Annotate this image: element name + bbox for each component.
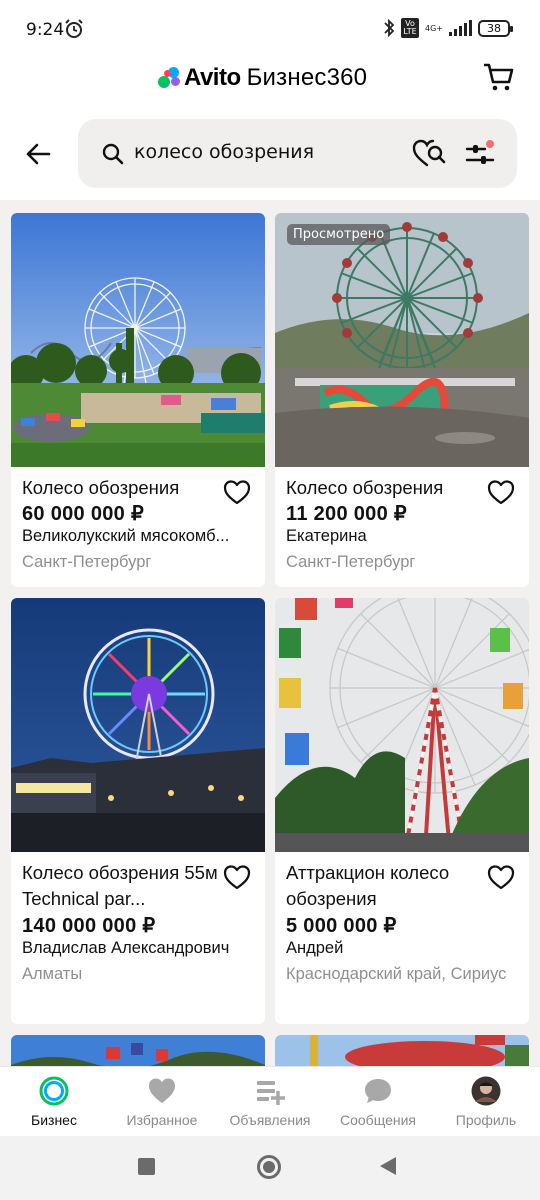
network-type: 4G+ — [425, 23, 443, 33]
recent-apps-button[interactable] — [138, 1158, 155, 1175]
bluetooth-icon — [384, 18, 395, 38]
cart-icon[interactable] — [482, 60, 516, 94]
system-navigation-bar — [0, 1136, 540, 1200]
battery-icon: 38 — [478, 19, 513, 37]
bottom-navigation: Бизнес Избранное Объявления Сообщения Пр… — [0, 1066, 540, 1136]
product-name: Бизнес360 — [246, 64, 368, 91]
business-ring-icon — [39, 1076, 69, 1106]
nav-profile[interactable]: Профиль — [432, 1067, 540, 1137]
nav-business[interactable]: Бизнес — [0, 1067, 108, 1137]
listing-title[interactable]: Аттракцион колесо обозрения — [286, 860, 486, 914]
nav-listings[interactable]: Объявления — [216, 1067, 324, 1137]
listing-seller: Великолукский мясокомб... — [22, 527, 230, 545]
listing-location: Краснодарский край, Сириус — [286, 965, 507, 983]
listing-price: 5 000 000 ₽ — [286, 915, 397, 937]
nav-messages[interactable]: Сообщения — [324, 1067, 432, 1137]
favorite-heart-icon[interactable] — [487, 479, 515, 505]
listing-price: 60 000 000 ₽ — [22, 503, 144, 525]
listing-photo[interactable] — [11, 213, 265, 467]
listing-card[interactable]: Колесо обозрения 55м Technical par... 14… — [11, 598, 265, 1024]
avito-logo: Avito Бизнес360 — [158, 62, 367, 94]
favorite-heart-icon[interactable] — [223, 864, 251, 890]
app-header: Avito Бизнес360 — [0, 60, 540, 112]
avito-logo-icon — [158, 67, 182, 89]
status-bar: 9:24 Vo LTE 4G+ 38 — [0, 0, 540, 60]
save-search-heart-icon[interactable] — [412, 139, 446, 169]
volte-icon: Vo LTE — [401, 18, 419, 38]
listings-add-icon — [257, 1081, 285, 1105]
listing-card[interactable]: Аттракцион колесо обозрения 5 000 000 ₽ … — [275, 598, 529, 1024]
listing-photo[interactable]: Просмотрено — [275, 213, 529, 467]
nav-label: Объявления — [229, 1112, 311, 1128]
listing-title[interactable]: Колесо обозрения — [22, 475, 222, 501]
nav-label: Сообщения — [340, 1112, 416, 1128]
listing-location: Алматы — [22, 965, 83, 983]
listing-card[interactable]: Колесо обозрения 60 000 000 ₽ Великолукс… — [11, 213, 265, 587]
listing-title[interactable]: Колесо обозрения 55м Technical par... — [22, 860, 222, 914]
nav-favorites[interactable]: Избранное — [108, 1067, 216, 1137]
listing-photo[interactable] — [11, 598, 265, 852]
nav-label: Профиль — [455, 1112, 517, 1128]
alarm-icon — [65, 19, 83, 38]
chat-bubble-icon — [365, 1079, 391, 1103]
search-bar-row: колесо обозрения — [0, 112, 540, 200]
listing-seller: Владислав Александрович — [22, 939, 230, 957]
listing-price: 140 000 000 ₽ — [22, 915, 156, 937]
back-arrow-icon[interactable] — [24, 140, 52, 168]
listing-title[interactable]: Колесо обозрения — [286, 475, 486, 501]
signal-icon — [449, 20, 472, 36]
brand-name: Avito — [184, 64, 241, 91]
heart-icon — [149, 1078, 175, 1103]
search-query[interactable]: колесо обозрения — [134, 141, 314, 163]
listing-location: Санкт-Петербург — [286, 553, 416, 571]
filters-icon[interactable] — [464, 139, 496, 169]
listing-seller: Андрей — [286, 939, 344, 957]
avatar — [471, 1076, 501, 1106]
system-back-button[interactable] — [380, 1157, 396, 1175]
listing-location: Санкт-Петербург — [22, 553, 152, 571]
viewed-badge: Просмотрено — [287, 224, 391, 245]
nav-label: Бизнес — [31, 1112, 77, 1128]
favorite-heart-icon[interactable] — [487, 864, 515, 890]
listing-card[interactable]: Просмотрено Колесо обозрения 11 200 000 … — [275, 213, 529, 587]
listing-photo[interactable] — [275, 598, 529, 852]
listing-price: 11 200 000 ₽ — [286, 503, 407, 525]
search-input[interactable]: колесо обозрения — [78, 119, 517, 188]
status-time: 9:24 — [26, 20, 65, 40]
nav-label: Избранное — [126, 1112, 198, 1128]
listing-seller: Екатерина — [286, 527, 367, 545]
favorite-heart-icon[interactable] — [223, 479, 251, 505]
search-icon — [102, 143, 124, 165]
home-button[interactable] — [257, 1155, 281, 1179]
